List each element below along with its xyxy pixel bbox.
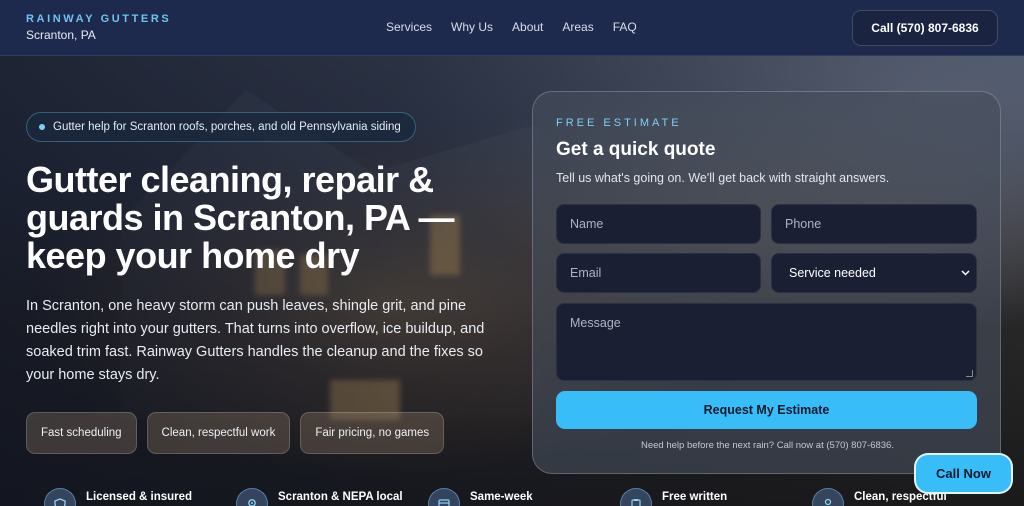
hero-lead: In Scranton, one heavy storm can push le… [26, 298, 485, 383]
quote-help-text: Need help before the next rain? Call now… [641, 440, 894, 451]
trust-badge: Scranton & NEPA local [236, 488, 428, 506]
email-field[interactable]: Email [556, 253, 761, 293]
nav-services[interactable]: Services [386, 20, 432, 34]
badge-label: Licensed & insured [86, 491, 193, 503]
feature-chip: Clean, respectful work [146, 412, 291, 454]
site-header: RAINWAY GUTTERS Scranton, PA Services Wh… [0, 0, 1024, 56]
trust-badge: Same-week [428, 488, 620, 506]
badge-label: Same-week [470, 491, 533, 503]
brand[interactable]: RAINWAY GUTTERS Scranton, PA [26, 13, 171, 42]
service-select-value: Service needed [789, 266, 876, 280]
chevron-down-icon [961, 268, 970, 279]
name-field[interactable]: Name [556, 204, 761, 244]
brand-city: Scranton, PA [26, 28, 96, 42]
badge-label: Scranton & NEPA local [278, 491, 403, 503]
nav-faq[interactable]: FAQ [613, 20, 637, 34]
nav-why-us[interactable]: Why Us [451, 20, 493, 34]
request-estimate-button[interactable]: Request My Estimate [556, 391, 977, 429]
person-icon [812, 488, 844, 506]
floating-call-now-button[interactable]: Call Now [914, 453, 1013, 494]
main-nav: Services Why Us About Areas FAQ [386, 20, 637, 34]
quote-card: FREE ESTIMATE Get a quick quote Tell us … [532, 91, 1001, 474]
location-pill: Gutter help for Scranton roofs, porches,… [26, 112, 416, 142]
trust-badge: Free written [620, 488, 812, 506]
pill-text: Gutter help for Scranton roofs, porches,… [53, 121, 401, 133]
trust-badge: Licensed & insured [44, 488, 236, 506]
clipboard-icon [620, 488, 652, 506]
dot-icon [39, 124, 45, 130]
quote-eyebrow: FREE ESTIMATE [556, 117, 682, 129]
nav-areas[interactable]: Areas [562, 20, 593, 34]
quote-title: Get a quick quote [556, 139, 716, 160]
feature-chip: Fair pricing, no games [300, 412, 445, 454]
header-call-button[interactable]: Call (570) 807-6836 [852, 10, 998, 46]
message-placeholder: Message [570, 316, 621, 330]
calendar-icon [428, 488, 460, 506]
feature-chips: Fast scheduling Clean, respectful work F… [26, 412, 445, 454]
shield-icon [44, 488, 76, 506]
trust-badges: Licensed & insured Scranton & NEPA local… [44, 488, 1004, 506]
badge-label: Free written [662, 491, 728, 503]
feature-chip: Fast scheduling [26, 412, 137, 454]
location-pin-icon [236, 488, 268, 506]
quote-subtitle: Tell us what's going on. We'll get back … [556, 171, 890, 185]
phone-field[interactable]: Phone [771, 204, 977, 244]
hero-title: Gutter cleaning, repair & guards in Scra… [26, 159, 455, 276]
message-field[interactable]: Message [556, 303, 977, 381]
brand-name: RAINWAY GUTTERS [26, 13, 172, 25]
resize-handle-icon[interactable] [966, 370, 973, 377]
nav-about[interactable]: About [512, 20, 543, 34]
service-select[interactable]: Service needed [771, 253, 977, 293]
